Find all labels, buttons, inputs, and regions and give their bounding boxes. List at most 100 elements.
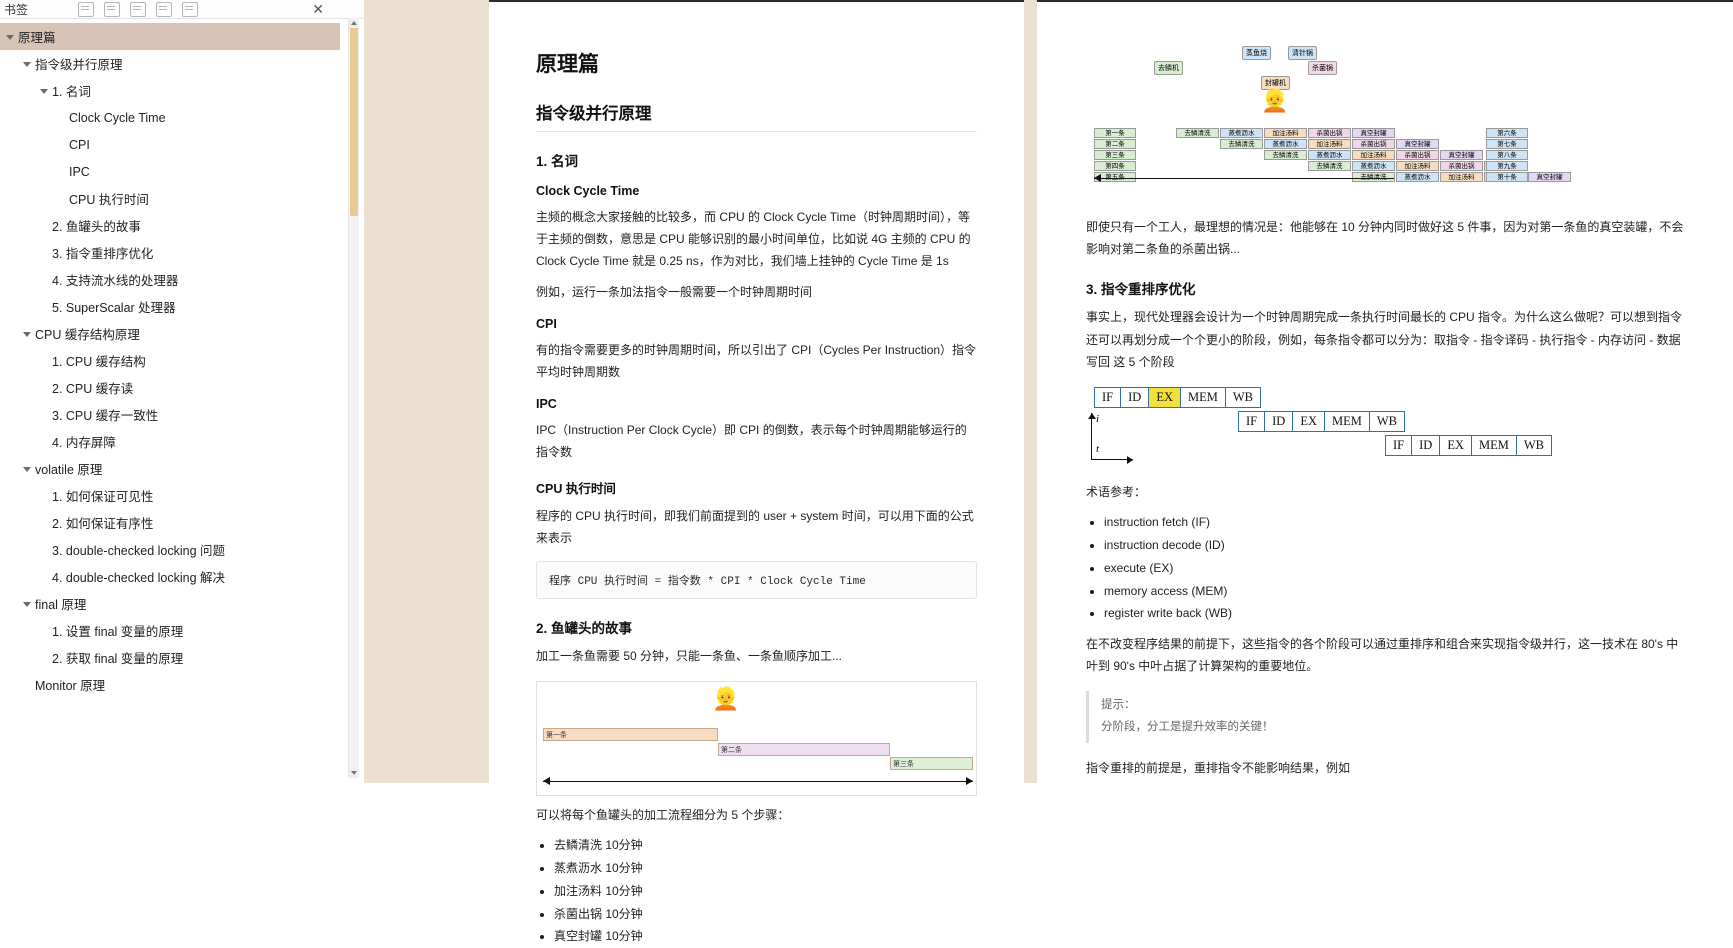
chevron-down-icon[interactable] [4, 31, 16, 43]
paragraph-reorder-conclusion: 在不改变程序结果的前提下，这些指令的各个阶段可以通过重排序和组合来实现指令级并行… [1086, 637, 1679, 674]
add-bookmark-icon[interactable] [130, 1, 147, 17]
pipeline-stage: ID [1265, 411, 1294, 431]
bookmark-item-label: 5. SuperScalar 处理器 [52, 301, 176, 315]
expand-icon[interactable] [78, 1, 95, 17]
page-top-rule-2 [1037, 0, 1733, 2]
scroll-down-icon[interactable] [349, 768, 359, 778]
bookmark-item-label: 1. 如何保证可见性 [52, 490, 154, 504]
bookmark-tree[interactable]: 原理篇 指令级并行原理 1. 名词 Clock Cycle Time CPI IPC CPU… [0, 19, 340, 784]
fig-node-drain: 清针锅 [1288, 46, 1317, 60]
pipeline-axis-i-label: i [1096, 412, 1100, 425]
paragraph-reorder-premise: 指令重排的前提是，重排指令不能影响结果，例如 [1086, 761, 1351, 776]
bookmark-item[interactable]: 3. CPU 缓存一致性 [0, 401, 340, 428]
bookmark-item-label: CPI [69, 137, 90, 152]
bookmark-item[interactable]: 4. 支持流水线的处理器 [0, 266, 340, 293]
bookmark-item[interactable]: 2. 鱼罐头的故事 [0, 212, 340, 239]
bookmark-item[interactable]: 5. SuperScalar 处理器 [0, 293, 340, 320]
figure-schedule-cell: 加注汤料 [1308, 139, 1351, 149]
bookmark-item-label: 2. 获取 final 变量的原理 [52, 652, 184, 666]
paragraph-cpu-exec-time: 程序的 CPU 执行时间，即我们前面提到的 user + system 时间，可… [536, 508, 974, 545]
bookmark-toolbar-icons [78, 1, 199, 17]
bookmark-item[interactable]: 4. double-checked locking 解决 [0, 563, 340, 590]
bookmark-item-label: final 原理 [35, 598, 87, 612]
chevron-down-icon[interactable] [21, 463, 33, 475]
chevron-down-icon[interactable] [38, 85, 50, 97]
list-item: instruction fetch (IF) [1104, 511, 1684, 534]
paragraph-reorder-intro: 事实上，现代处理器会设计为一个时钟周期完成一条执行时间最长的 CPU 指令。为什… [1086, 310, 1683, 369]
figure-schedule-cell: 蒸煮沥水 [1396, 172, 1439, 182]
list-five-steps: 去鳞清洗 10分钟蒸煮沥水 10分钟加注汤料 10分钟杀菌出锅 10分钟真空封罐… [554, 834, 977, 948]
list-item: 真空封罐 10分钟 [554, 925, 977, 948]
tip-body: 分阶段，分工是提升效率的关键！ [1101, 721, 1274, 734]
tip-callout: 提示： 分阶段，分工是提升效率的关键！ [1086, 691, 1684, 744]
bookmark-item[interactable]: 1. CPU 缓存结构 [0, 347, 340, 374]
list-item: instruction decode (ID) [1104, 534, 1684, 557]
bookmark-item[interactable]: 2. CPU 缓存读 [0, 374, 340, 401]
chevron-down-icon[interactable] [21, 598, 33, 610]
pipeline-stage: MEM [1181, 387, 1226, 407]
bookmark-item[interactable]: 2. 如何保证有序性 [0, 509, 340, 536]
figure-schedule-cell: 杀菌出锅 [1352, 139, 1395, 149]
bookmark-item[interactable]: 1. 名词 [0, 77, 340, 104]
pipeline-stage: ID [1121, 387, 1150, 407]
bookmark-item-label: 2. 如何保证有序性 [52, 517, 154, 531]
bookmark-item[interactable]: 3. 指令重排序优化 [0, 239, 340, 266]
list-terms: instruction fetch (IF)instruction decode… [1104, 511, 1684, 625]
bookmark-item-label: volatile 原理 [35, 463, 103, 477]
figure-time-axis [1094, 174, 1394, 182]
delete-bookmark-icon[interactable] [182, 1, 199, 17]
figure-schedule-cell: 真空封罐 [1528, 172, 1571, 182]
bookmark-item[interactable]: 2. 获取 final 变量的原理 [0, 644, 340, 671]
figure-schedule-cell: 去鳞清洗 [1264, 150, 1307, 160]
bookmark-item[interactable]: CPI [0, 131, 340, 158]
bookmark-item[interactable]: 1. 如何保证可见性 [0, 482, 340, 509]
bookmark-item[interactable]: 4. 内存屏障 [0, 428, 340, 455]
figure-row-label-left: 第一条 [1094, 128, 1136, 138]
bookmark-item[interactable]: CPU 缓存结构原理 [0, 320, 340, 347]
figure-schedule-cell: 加注汤料 [1396, 161, 1439, 171]
chevron-down-icon[interactable] [21, 58, 33, 70]
bookmark-item[interactable]: Monitor 原理 [0, 671, 340, 698]
chevron-down-icon[interactable] [21, 328, 33, 340]
paragraph-cpi: 有的指令需要更多的时钟周期时间，所以引出了 CPI（Cycles Per Ins… [536, 342, 977, 379]
bookmark-item-label: IPC [69, 164, 90, 179]
bookmark-item-label: 3. double-checked locking 问题 [52, 544, 226, 558]
pipeline-stage: EX [1440, 435, 1472, 455]
figure-schedule-cell: 去鳞清洗 [1308, 161, 1351, 171]
bookmark-item-label: 4. double-checked locking 解决 [52, 571, 226, 585]
pipeline-axis-t-label: t [1096, 442, 1100, 455]
bookmark-item[interactable]: CPU 执行时间 [0, 185, 340, 212]
bookmark-item-label: Monitor 原理 [35, 679, 106, 693]
figure-schedule-cell: 真空封罐 [1352, 128, 1395, 138]
page-gutter-middle [1024, 0, 1037, 783]
heading-clock-cycle-time: Clock Cycle Time [536, 184, 640, 198]
bookmark-scrollbar-thumb[interactable] [350, 26, 358, 216]
bookmark-item[interactable]: 原理篇 [0, 23, 340, 50]
bookmark-item[interactable]: final 原理 [0, 590, 340, 617]
collapse-icon[interactable] [104, 1, 121, 17]
fig-node-sterilizer: 杀菌锅 [1308, 61, 1337, 75]
bookmark-item[interactable]: volatile 原理 [0, 455, 340, 482]
close-icon[interactable]: ✕ [312, 1, 324, 18]
bookmark-item[interactable]: IPC [0, 158, 340, 185]
figure-schedule-cell: 蒸煮沥水 [1264, 139, 1307, 149]
bookmark-item-label: 1. 设置 final 变量的原理 [52, 625, 184, 639]
figure-schedule-cell: 真空封罐 [1396, 139, 1439, 149]
pipeline-stage: WB [1516, 435, 1552, 455]
list-item: 去鳞清洗 10分钟 [554, 834, 977, 857]
bookmark-scrollbar[interactable] [348, 18, 359, 778]
bookmark-item[interactable]: 1. 设置 final 变量的原理 [0, 617, 340, 644]
bookmark-item[interactable]: 3. double-checked locking 问题 [0, 536, 340, 563]
edit-bookmark-icon[interactable] [156, 1, 173, 17]
scroll-up-icon[interactable] [349, 18, 359, 28]
bookmark-item[interactable]: 指令级并行原理 [0, 50, 340, 77]
figure-schedule-cell: 加注汤料 [1264, 128, 1307, 138]
bookmark-item[interactable]: Clock Cycle Time [0, 104, 340, 131]
pipeline-stage: EX [1293, 411, 1325, 431]
